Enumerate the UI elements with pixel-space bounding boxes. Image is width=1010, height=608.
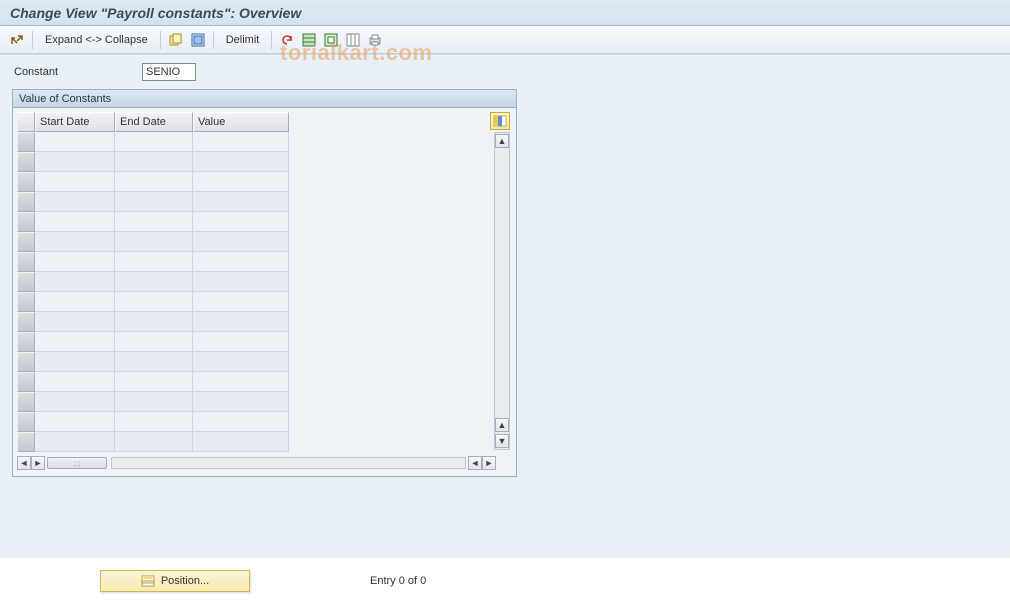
constant-field-row: Constant [6,61,1004,89]
application-toolbar: Expand <-> Collapse Delimit [0,26,1010,54]
row-selector[interactable] [17,192,35,212]
footer: Position... Entry 0 of 0 [0,558,1010,602]
position-button[interactable]: Position... [100,570,250,592]
page-title: Change View "Payroll constants": Overvie… [10,5,301,21]
title-bar: Change View "Payroll constants": Overvie… [0,0,1010,26]
scroll-down-icon[interactable]: ▼ [495,434,509,448]
scroll-right-icon[interactable]: ► [482,456,496,470]
scroll-up-icon[interactable]: ▲ [495,134,509,148]
column-area: Start Date End Date Value [35,112,512,452]
scroll-up-step-icon[interactable]: ▲ [495,418,509,432]
scroll-left-step-icon[interactable]: ◄ [468,456,482,470]
undo-icon[interactable] [278,31,296,49]
position-icon [141,574,155,588]
print-icon[interactable] [366,31,384,49]
scroll-thumb[interactable]: ::: [47,457,107,469]
scroll-track-h[interactable] [111,457,466,469]
position-label: Position... [161,575,209,587]
row-selector[interactable] [17,412,35,432]
column-header-value[interactable]: Value [193,112,289,132]
configure-columns-button[interactable] [490,112,510,130]
row-selector[interactable] [17,252,35,272]
grid-wrapper: Start Date End Date Value [13,108,516,476]
row-selector[interactable] [17,312,35,332]
toolbar-separator [160,31,161,49]
row-selector[interactable] [17,152,35,172]
row-selector[interactable] [17,352,35,372]
table-grid: Start Date End Date Value [17,112,512,452]
panel-title: Value of Constants [13,90,516,108]
vertical-scrollbar[interactable]: ▲ ▲ ▼ [494,132,510,450]
constant-input[interactable] [142,63,196,81]
row-selector[interactable] [17,432,35,452]
horizontal-scrollbar[interactable]: ◄ ► ::: ◄ ► [17,454,512,472]
data-rows [35,132,512,452]
row-selector[interactable] [17,392,35,412]
row-selector[interactable] [17,172,35,192]
row-selector[interactable] [17,292,35,312]
copy-icon[interactable] [167,31,185,49]
row-selector[interactable] [17,372,35,392]
select-all-icon[interactable] [189,31,207,49]
scroll-right-step-icon[interactable]: ► [31,456,45,470]
select-block-icon[interactable] [300,31,318,49]
row-selector[interactable] [17,332,35,352]
row-header-column [17,112,35,452]
scroll-left-icon[interactable]: ◄ [17,456,31,470]
row-selector[interactable] [17,232,35,252]
row-selector[interactable] [17,132,35,152]
column-headers: Start Date End Date Value [35,112,512,132]
expand-collapse-button[interactable]: Expand <-> Collapse [39,34,154,46]
column-header-start-date[interactable]: Start Date [35,112,115,132]
toolbar-separator [32,31,33,49]
column-header-end-date[interactable]: End Date [115,112,193,132]
row-selector[interactable] [17,272,35,292]
other-view-icon[interactable] [8,31,26,49]
toolbar-separator [271,31,272,49]
entry-counter: Entry 0 of 0 [370,575,426,587]
toolbar-separator [213,31,214,49]
deselect-all-icon[interactable] [322,31,340,49]
constant-label: Constant [14,66,134,78]
table-settings-icon[interactable] [344,31,362,49]
value-of-constants-panel: Value of Constants [12,89,517,477]
row-selector[interactable] [17,212,35,232]
content-area: Constant Value of Constants [0,54,1010,558]
corner-cell[interactable] [17,112,35,132]
delimit-button[interactable]: Delimit [220,34,266,46]
